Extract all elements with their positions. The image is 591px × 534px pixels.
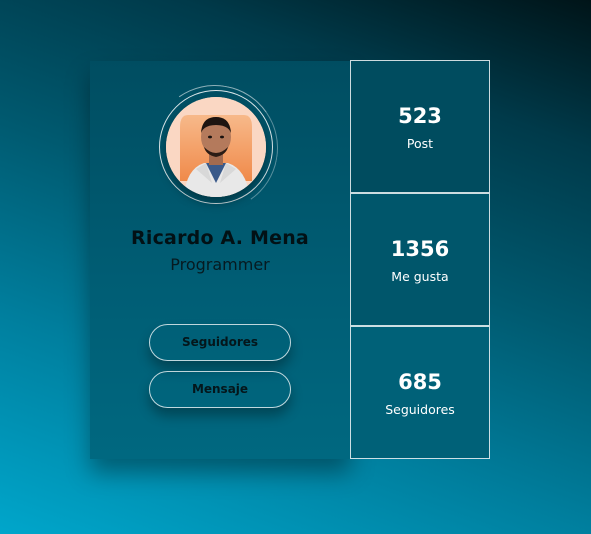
profile-name: Ricardo A. Mena [131, 227, 309, 249]
profile-role: Programmer [170, 255, 270, 274]
stat-likes-label: Me gusta [391, 269, 449, 284]
stat-likes: 1356 Me gusta [350, 193, 490, 326]
profile-photo [166, 97, 266, 197]
stat-posts-label: Post [406, 136, 434, 151]
stat-followers-label: Seguidores [385, 402, 455, 417]
stat-posts-value: 523 [398, 104, 442, 128]
stat-likes-value: 1356 [390, 237, 450, 261]
avatar [166, 97, 266, 197]
stat-followers: 685 Seguidores [350, 326, 490, 459]
profile-card: Ricardo A. Mena Programmer Seguidores Me… [90, 61, 350, 459]
stat-followers-value: 685 [398, 370, 442, 394]
stat-posts: 523 Post [350, 60, 490, 193]
message-button[interactable]: Mensaje [149, 371, 291, 408]
followers-button[interactable]: Seguidores [149, 324, 291, 361]
